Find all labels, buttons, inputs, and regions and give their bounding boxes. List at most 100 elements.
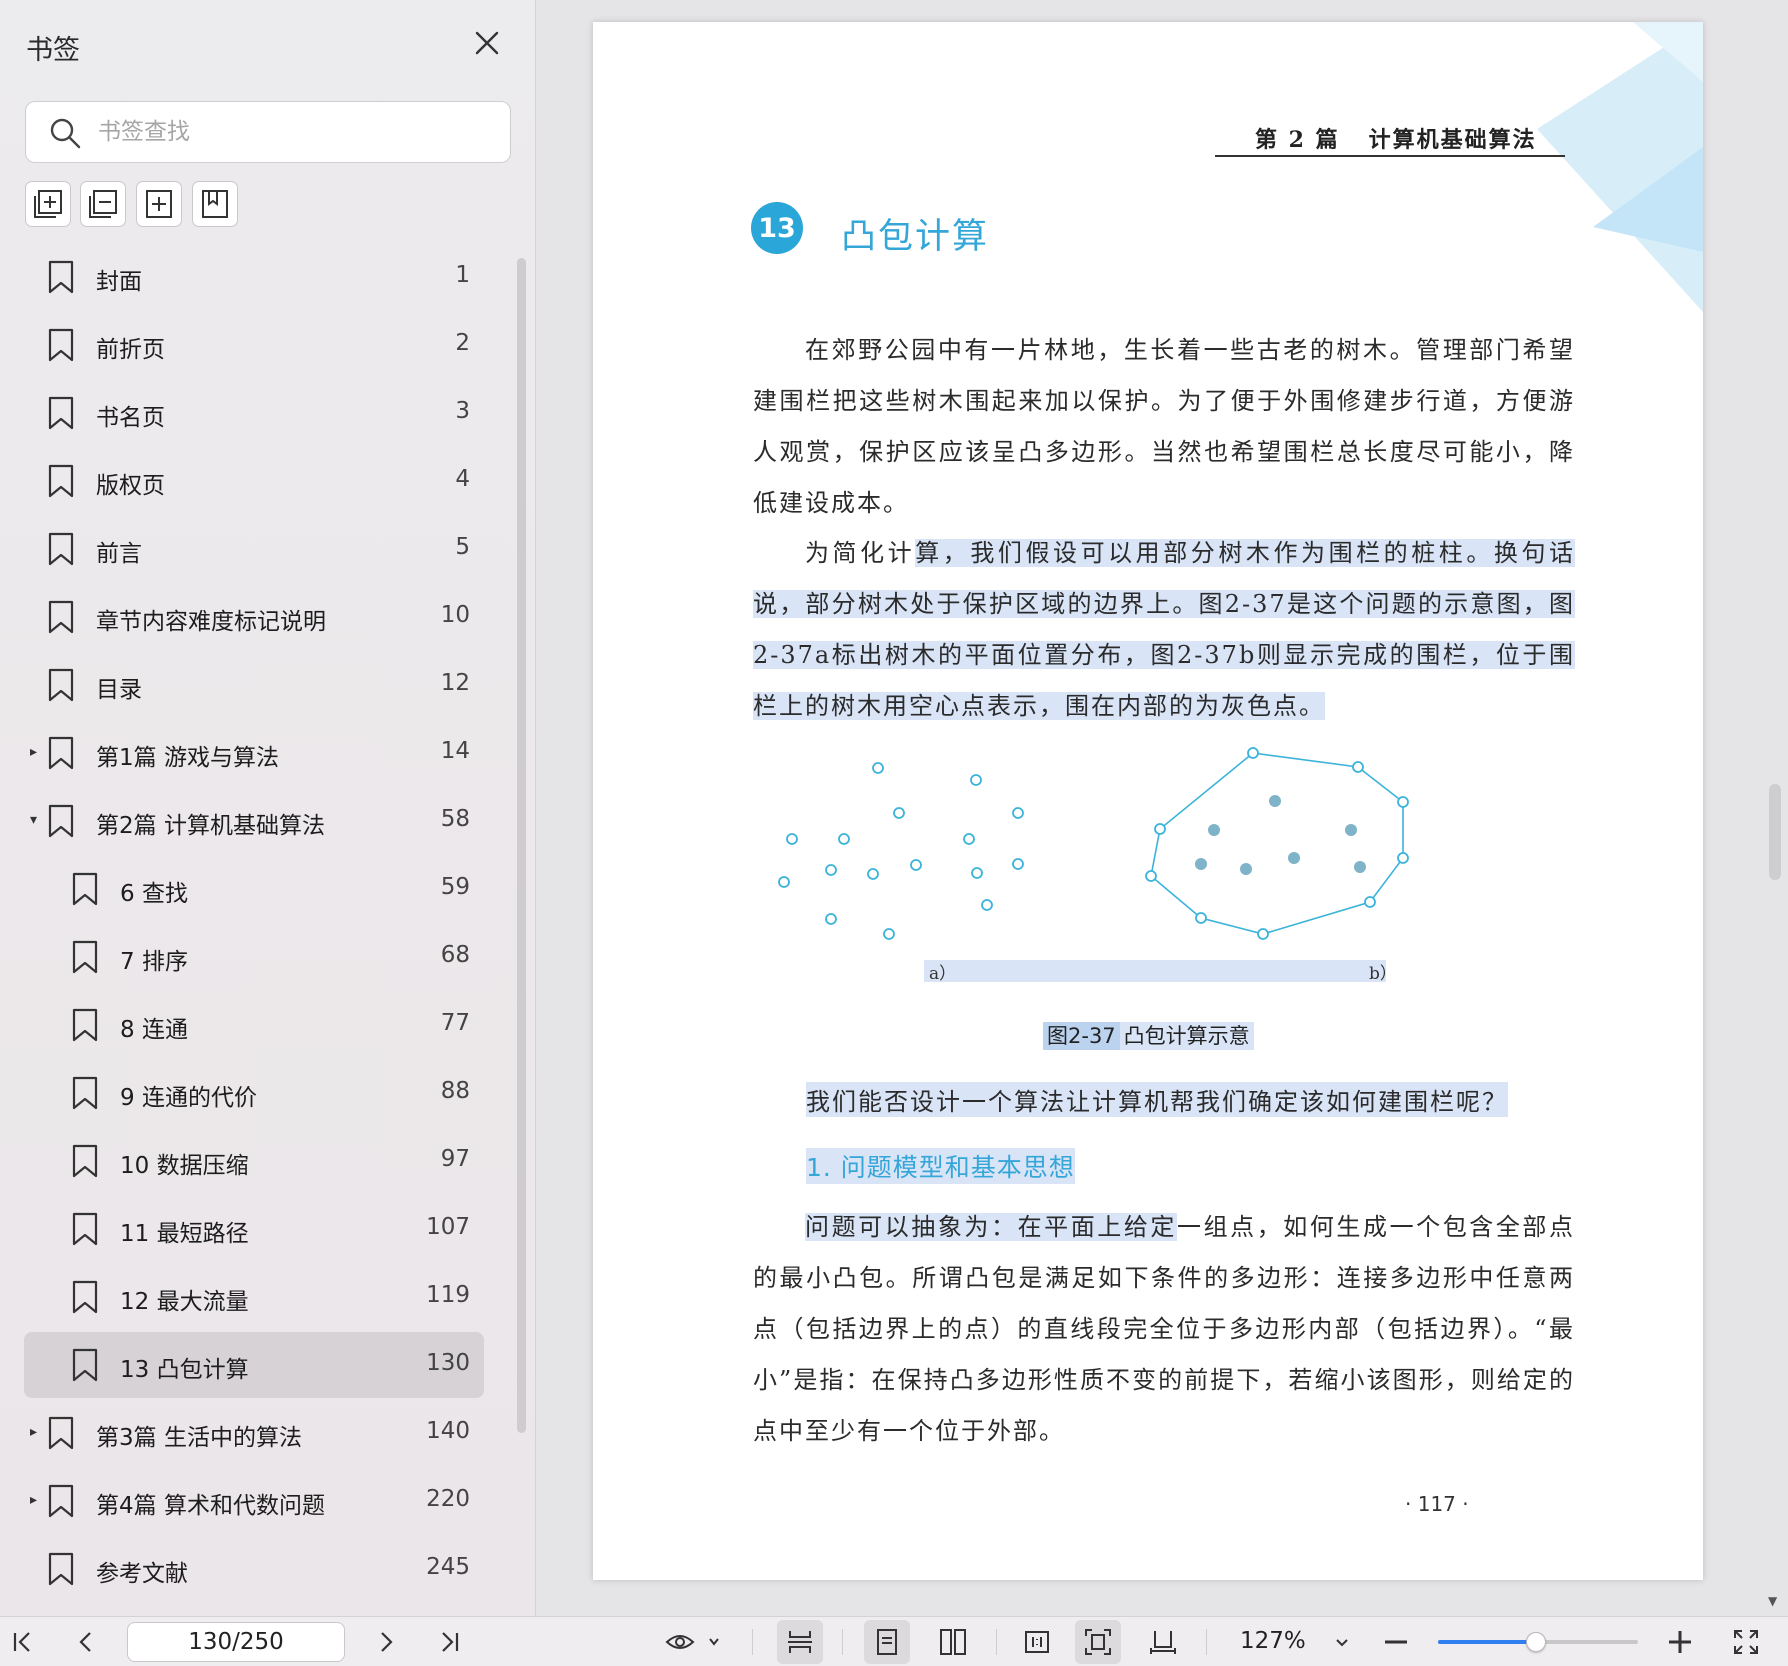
figure-caption-text: 凸包计算示意 (1119, 1022, 1254, 1050)
bookmark-icon (72, 1076, 98, 1110)
zoom-slider-handle[interactable] (1526, 1632, 1546, 1652)
bookmark-icon (48, 328, 74, 362)
add-bookmark-button[interactable] (136, 181, 182, 227)
bookmark-label: 目录 (96, 677, 142, 703)
two-page-icon[interactable] (930, 1624, 976, 1660)
paragraph-1: 在郊野公园中有一片林地，生长着一些古老的树木。管理部门希望建围栏把这些树木围起来… (753, 336, 1575, 517)
bookmark-item[interactable]: 10 数据压缩 97 (24, 1128, 484, 1194)
bookmark-button[interactable] (192, 181, 238, 227)
bookmark-icon (72, 1280, 98, 1314)
bookmark-icon (48, 804, 74, 838)
bookmark-label: 前折页 (96, 337, 165, 363)
bookmark-icon (48, 1416, 74, 1450)
zoom-level[interactable]: 127% (1240, 1628, 1306, 1654)
tree-point-a (970, 774, 982, 786)
bookmark-item[interactable]: 书名页 3 (24, 380, 484, 446)
first-page-icon[interactable] (4, 1624, 40, 1660)
zoom-slider[interactable] (1438, 1632, 1638, 1652)
bookmark-label: 书名页 (96, 405, 165, 431)
next-page-icon[interactable] (368, 1624, 404, 1660)
hull-vertex-point (1154, 823, 1166, 835)
bookmark-search-box[interactable] (25, 101, 511, 163)
collapse-all-button[interactable] (80, 181, 126, 227)
bookmark-label: 6 查找 (120, 881, 188, 907)
add-bookmark-icon (146, 190, 172, 218)
document-scrollbar[interactable] (1769, 784, 1781, 880)
bookmark-search-input[interactable] (98, 112, 498, 152)
interior-point (1269, 795, 1281, 807)
tree-point-a (910, 859, 922, 871)
sidebar-scrollbar[interactable] (517, 258, 526, 1433)
hull-vertex-point (1145, 870, 1157, 882)
bookmark-item[interactable]: 参考文献 245 (24, 1536, 484, 1602)
convex-hull-fence (1150, 752, 1404, 935)
chapter-title: 凸包计算 (841, 217, 990, 257)
bookmark-page-number: 14 (440, 738, 470, 764)
sidebar-title: 书签 (26, 35, 80, 66)
zoom-in-icon[interactable] (1662, 1624, 1698, 1660)
bookmark-page-number: 4 (455, 466, 470, 492)
bookmarks-sidebar: 书签 封面 1 前折页 2 书名页 3 版权页 4 前言 5 章节内容难度标记说明 10 目录 12 ▸ 第1… (0, 0, 536, 1616)
paragraph-2-text: 为简化计 (805, 539, 916, 567)
bookmark-page-number: 130 (426, 1350, 470, 1376)
page-number: · 117 · (1405, 1492, 1469, 1516)
bookmark-item[interactable]: 9 连通的代价 88 (24, 1060, 484, 1126)
figure-number: 图2-37 (1043, 1022, 1120, 1050)
bookmark-label: 参考文献 (96, 1561, 188, 1587)
bookmark-item[interactable]: 前言 5 (24, 516, 484, 582)
bookmark-page-number: 97 (440, 1146, 470, 1172)
hull-vertex-point (1352, 761, 1364, 773)
bookmark-item[interactable]: ▸ 第4篇 算术和代数问题 220 (24, 1468, 484, 1534)
bookmark-item[interactable]: 版权页 4 (24, 448, 484, 514)
tree-point-a (838, 833, 850, 845)
bookmark-item[interactable]: ▸ 第1篇 游戏与算法 14 (24, 720, 484, 786)
bookmark-item[interactable]: 13 凸包计算 130 (24, 1332, 484, 1398)
bookmark-item[interactable]: 封面 1 (24, 244, 484, 310)
previous-page-icon[interactable] (68, 1624, 104, 1660)
page-number-input[interactable] (127, 1622, 345, 1662)
tree-point-a (825, 913, 837, 925)
fit-width-icon[interactable] (1140, 1624, 1186, 1660)
bookmark-item[interactable]: 前折页 2 (24, 312, 484, 378)
expand-all-button[interactable] (25, 181, 71, 227)
fit-page-icon[interactable] (1075, 1620, 1121, 1664)
page-header: 第 2 篇 计算机基础算法 (1255, 127, 1537, 153)
bookmark-item[interactable]: 8 连通 77 (24, 992, 484, 1058)
bookmark-item[interactable]: ▾ 第2篇 计算机基础算法 58 (24, 788, 484, 854)
bookmark-item[interactable]: ▸ 第3篇 生活中的算法 140 (24, 1400, 484, 1466)
bookmark-label: 10 数据压缩 (120, 1153, 249, 1179)
interior-point (1208, 824, 1220, 836)
bookmark-item[interactable]: 11 最短路径 107 (24, 1196, 484, 1262)
paragraph-3-text: 一组点，如何生成一个包含全部点的最小凸包。所谓凸包是满足如下条件的多边形：连接多… (753, 1213, 1575, 1445)
fullscreen-icon[interactable] (1728, 1624, 1764, 1660)
bookmark-item[interactable]: 6 查找 59 (24, 856, 484, 922)
bookmark-icon (48, 532, 74, 566)
expand-arrow-icon[interactable]: ▸ (30, 1424, 37, 1440)
last-page-icon[interactable] (432, 1624, 468, 1660)
continuous-scroll-icon[interactable] (777, 1620, 823, 1664)
close-icon[interactable] (470, 26, 504, 60)
collapse-arrow-icon[interactable]: ▾ (30, 812, 37, 828)
bookmark-icon (72, 1212, 98, 1246)
actual-size-icon[interactable] (1014, 1624, 1060, 1660)
expand-arrow-icon[interactable]: ▸ (30, 744, 37, 760)
bookmark-page-number: 245 (426, 1554, 470, 1580)
single-page-icon[interactable] (864, 1620, 910, 1664)
tree-point-a (786, 833, 798, 845)
bookmark-item[interactable]: 目录 12 (24, 652, 484, 718)
scroll-down-arrow-icon[interactable]: ▼ (1768, 1594, 1777, 1608)
bookmark-page-number: 68 (440, 942, 470, 968)
expand-arrow-icon[interactable]: ▸ (30, 1492, 37, 1508)
zoom-dropdown-chevron-down-icon[interactable] (1324, 1624, 1360, 1660)
view-mode-dropdown[interactable] (664, 1624, 724, 1660)
interior-point (1288, 852, 1300, 864)
question-text: 我们能否设计一个算法让计算机帮我们确定该如何建围栏呢？ (806, 1082, 1508, 1117)
tree-point-a (867, 868, 879, 880)
bookmark-item[interactable]: 章节内容难度标记说明 10 (24, 584, 484, 650)
bookmark-page-number: 220 (426, 1486, 470, 1512)
toolbar-separator (1206, 1629, 1207, 1655)
zoom-out-icon[interactable] (1378, 1624, 1414, 1660)
search-icon (48, 116, 82, 150)
bookmark-item[interactable]: 12 最大流量 119 (24, 1264, 484, 1330)
bookmark-item[interactable]: 7 排序 68 (24, 924, 484, 990)
